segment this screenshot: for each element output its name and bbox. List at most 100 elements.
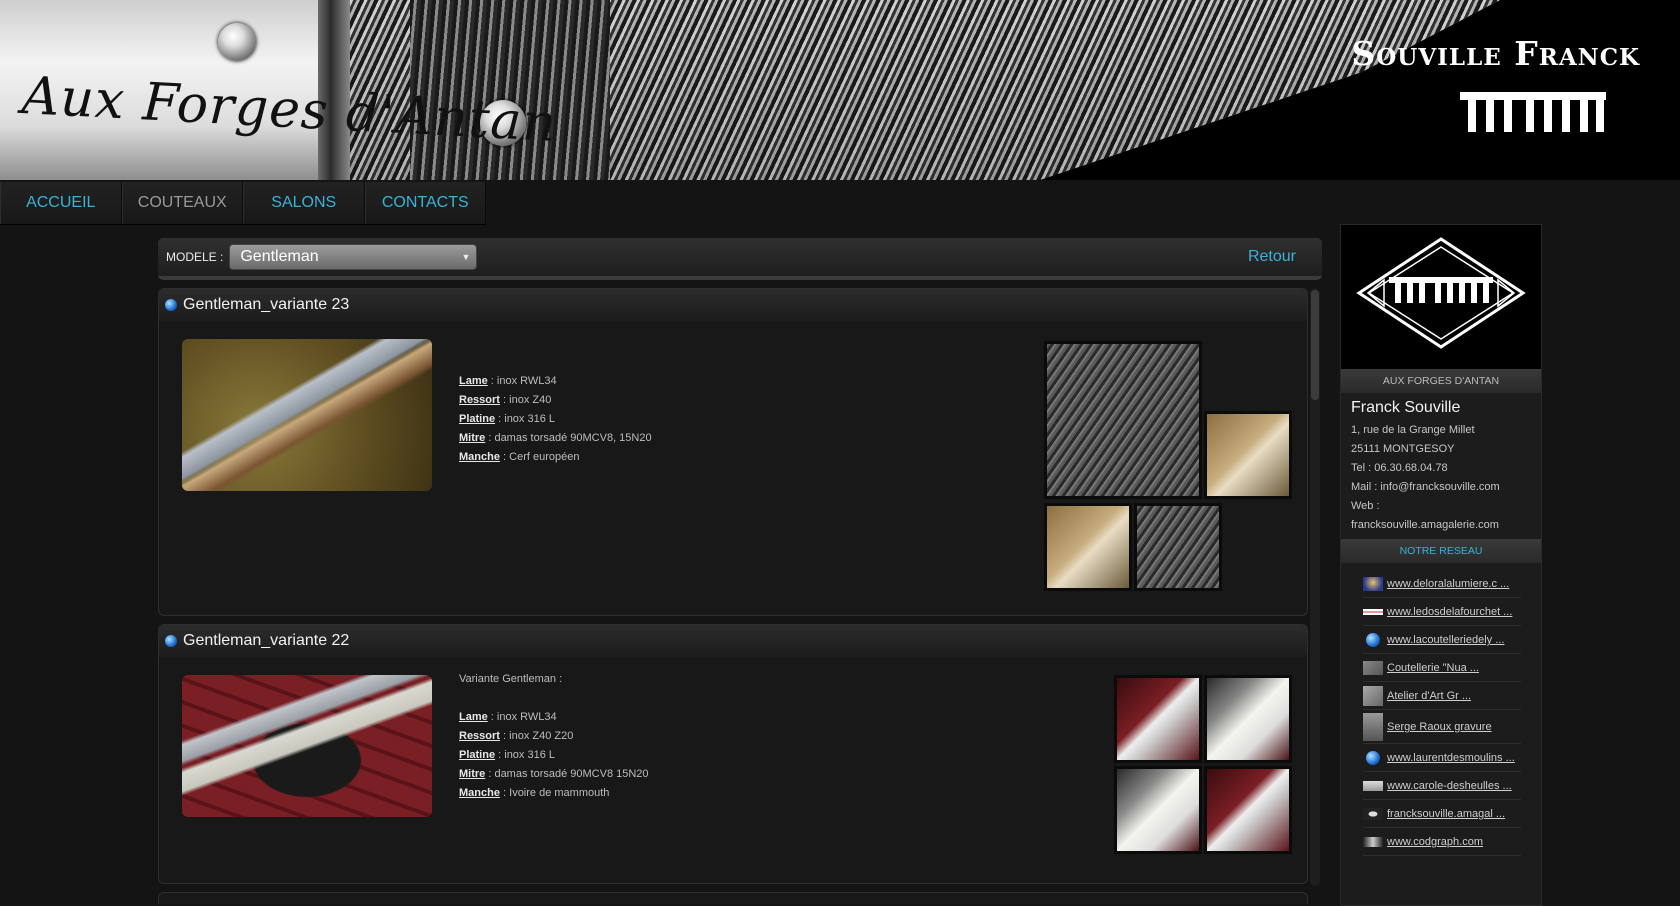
rivet-icon (218, 23, 256, 61)
contact-web-label: Web : (1351, 500, 1380, 512)
network-item[interactable]: francksouville.amagal ... (1363, 801, 1521, 828)
model-select-value: Gentleman (240, 248, 319, 265)
contact-address2: 25111 MONTGESOY (1351, 443, 1455, 455)
product-title[interactable]: Gentleman_variante 23 (183, 296, 349, 314)
nav-contacts[interactable]: CONTACTS (364, 182, 486, 224)
network-link[interactable]: www.codgraph.com (1387, 836, 1483, 848)
flag-icon (1363, 609, 1383, 615)
network-link[interactable]: www.deloralalumiere.c ... (1387, 578, 1509, 590)
contact-name: Franck Souville (1351, 399, 1461, 416)
bullet-icon (165, 299, 177, 311)
content-scrollbar[interactable] (1310, 288, 1320, 886)
network-item[interactable]: Serge Raoux gravure (1363, 711, 1521, 744)
spec-value: : inox RWL34 (487, 375, 557, 387)
spec-row: Mitre : damas torsadé 90MCV8, 15N20 (459, 429, 652, 448)
spec-value: : Ivoire de mammouth (499, 787, 610, 799)
image-icon (1363, 713, 1383, 741)
network-link[interactable]: www.laurentdesmoulins ... (1387, 752, 1515, 764)
product-panel: Gentleman_variante 23 Lame : inox RWL34 … (158, 288, 1308, 616)
spec-row: Manche : Cerf européen (459, 448, 652, 467)
forge-logo-icon (1356, 237, 1526, 349)
back-link[interactable]: Retour (1248, 248, 1296, 266)
product-thumbnail[interactable] (1114, 675, 1202, 763)
globe-icon (1366, 751, 1380, 765)
network-item[interactable]: www.carole-desheulles ... (1363, 773, 1521, 800)
product-main-photo[interactable] (182, 675, 432, 817)
logo-icon (1363, 808, 1383, 820)
nav-accueil[interactable]: ACCUEIL (0, 182, 122, 224)
network-item[interactable]: www.ledosdelafourchet ... (1363, 599, 1521, 626)
logo-icon (1363, 837, 1383, 847)
spec-key: Lame (459, 375, 488, 387)
model-label: MODELE : (166, 250, 224, 264)
product-panel: Gentleman_variante 22 Variante Gentleman… (158, 624, 1308, 884)
main-nav: ACCUEIL COUTEAUX SALONS CONTACTS (0, 182, 486, 225)
contact-block: Franck Souville 1, rue de la Grange Mill… (1341, 393, 1541, 535)
network-link[interactable]: www.carole-desheulles ... (1387, 780, 1512, 792)
spec-key: Manche (459, 451, 500, 463)
network-link[interactable]: www.lacoutelleriedely ... (1387, 634, 1504, 646)
spec-value: : Cerf européen (499, 451, 580, 463)
model-select[interactable]: Gentleman ▼ (229, 244, 478, 270)
product-thumbnail[interactable] (1204, 766, 1292, 854)
image-icon (1363, 781, 1383, 791)
image-icon (1363, 661, 1383, 675)
nav-couteaux[interactable]: COUTEAUX (121, 182, 243, 224)
network-item[interactable]: Coutellerie "Nua ... (1363, 655, 1521, 682)
image-icon (1363, 686, 1383, 706)
network-item[interactable]: Atelier d'Art Gr ... (1363, 683, 1521, 710)
product-main-photo[interactable] (182, 339, 432, 491)
bullet-icon (165, 635, 177, 647)
product-header: Gentleman_variante 22 (159, 625, 1307, 657)
product-header: Gentleman_variante 23 (159, 289, 1307, 321)
product-thumbnail[interactable] (1044, 503, 1132, 591)
product-thumbnail[interactable] (1044, 341, 1202, 499)
product-specs: Lame : inox RWL34 Ressort : inox Z40 Pla… (459, 372, 652, 467)
nav-salons[interactable]: SALONS (243, 182, 365, 224)
spec-row: Ressort : inox Z40 (459, 391, 652, 410)
product-thumbnail[interactable] (1134, 503, 1222, 591)
spec-row: Platine : inox 316 L (459, 410, 652, 429)
product-panel (158, 892, 1308, 904)
product-thumbnail[interactable] (1114, 766, 1202, 854)
network-title: NOTRE RESEAU (1341, 539, 1541, 563)
network-item[interactable]: www.lacoutelleriedely ... (1363, 627, 1521, 654)
spec-value: : inox RWL34 (487, 711, 557, 723)
contact-tel: Tel : 06.30.68.04.78 (1351, 462, 1448, 474)
network-link[interactable]: Coutellerie "Nua ... (1387, 662, 1479, 674)
product-thumbnail[interactable] (1204, 675, 1292, 763)
avatar-icon (1363, 577, 1383, 591)
spec-row: Lame : inox RWL34 (459, 372, 652, 391)
network-link[interactable]: Atelier d'Art Gr ... (1387, 690, 1471, 702)
contact-address1: 1, rue de la Grange Millet (1351, 424, 1475, 436)
product-list: Gentleman_variante 23 Lame : inox RWL34 … (158, 288, 1322, 904)
spec-row: Ressort : inox Z40 Z20 (459, 727, 649, 746)
network-item[interactable]: www.laurentdesmoulins ... (1363, 745, 1521, 772)
spec-value: : damas torsadé 90MCV8 15N20 (485, 768, 649, 780)
product-intro: Variante Gentleman : (459, 673, 563, 685)
spec-key: Platine (459, 749, 496, 761)
spec-value: : inox Z40 (499, 394, 552, 406)
spec-row: Platine : inox 316 L (459, 746, 649, 765)
scrollbar-thumb[interactable] (1311, 290, 1319, 400)
network-list: www.deloralalumiere.c ... www.ledosdelaf… (1341, 563, 1541, 856)
spec-key: Lame (459, 711, 488, 723)
spec-value: : inox 316 L (495, 749, 556, 761)
brand-logo-icon (1460, 92, 1606, 132)
spec-key: Ressort (459, 730, 500, 742)
spec-value: : damas torsadé 90MCV8, 15N20 (485, 432, 652, 444)
contact-web-url: francksouville.amagalerie.com (1351, 519, 1499, 531)
network-item[interactable]: www.deloralalumiere.c ... (1363, 571, 1521, 598)
spec-value: : inox Z40 Z20 (499, 730, 574, 742)
product-thumbnail[interactable] (1204, 411, 1292, 499)
sidebar: AUX FORGES D'ANTAN Franck Souville 1, ru… (1340, 224, 1542, 906)
network-link[interactable]: francksouville.amagal ... (1387, 808, 1505, 820)
product-title[interactable]: Gentleman_variante 22 (183, 632, 349, 650)
spec-row: Mitre : damas torsadé 90MCV8 15N20 (459, 765, 649, 784)
network-link[interactable]: Serge Raoux gravure (1387, 721, 1492, 733)
network-link[interactable]: www.ledosdelafourchet ... (1387, 606, 1512, 618)
spec-key: Manche (459, 787, 500, 799)
network-item[interactable]: www.codgraph.com (1363, 829, 1521, 856)
spec-key: Mitre (459, 432, 486, 444)
sidebar-logo (1341, 225, 1541, 369)
